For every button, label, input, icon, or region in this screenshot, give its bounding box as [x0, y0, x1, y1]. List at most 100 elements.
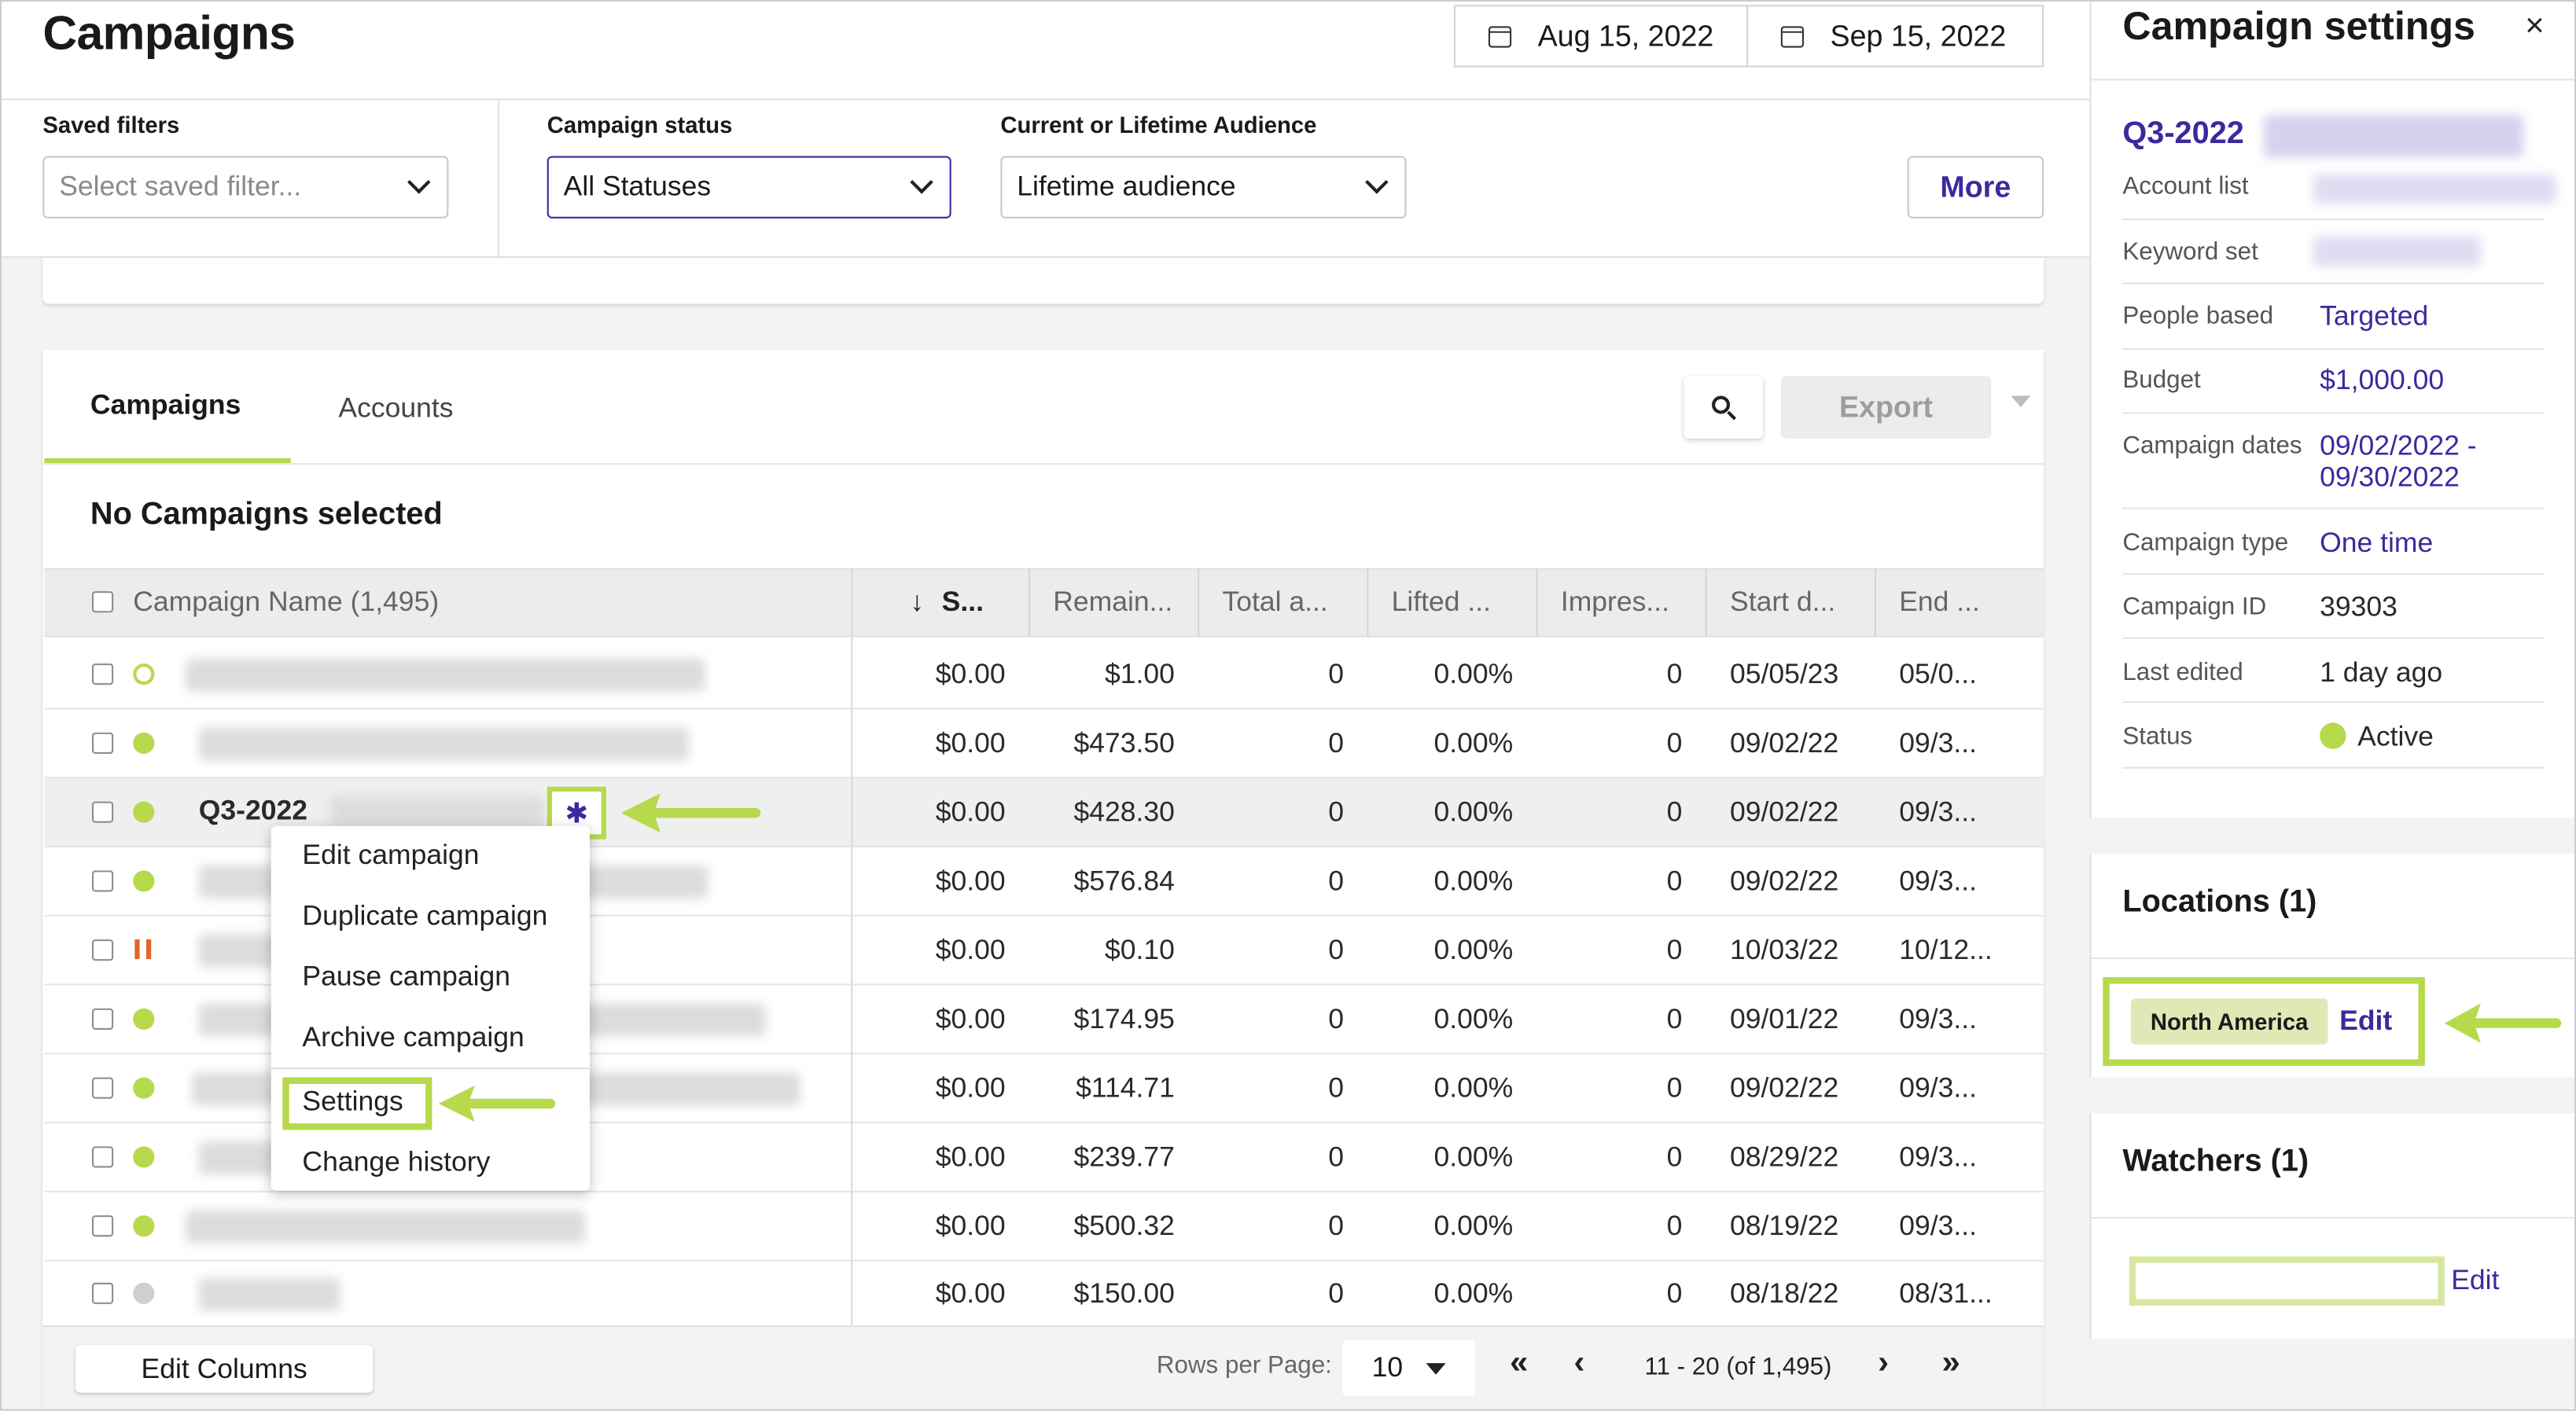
date-end-picker[interactable]: Sep 15, 2022 [1746, 5, 2044, 68]
cell-impressions: 0 [1666, 727, 1683, 759]
cell-start: 09/02/22 [1730, 865, 1839, 897]
row-checkbox[interactable] [92, 1008, 114, 1030]
cell-impressions: 0 [1666, 1072, 1683, 1104]
row-checkbox[interactable] [92, 1146, 114, 1168]
date-end-value: Sep 15, 2022 [1830, 19, 2007, 52]
last-page-icon[interactable]: » [1942, 1345, 1960, 1383]
field-label: Campaign dates [2122, 432, 2302, 461]
more-filters-button[interactable]: More [1907, 156, 2044, 219]
cell-remaining: $1.00 [1104, 658, 1175, 690]
cell-lifted: 0.00% [1433, 1210, 1514, 1242]
cell-total: 0 [1328, 1141, 1345, 1173]
select-all-checkbox[interactable] [92, 591, 114, 613]
campaign-type-value[interactable]: One time [2320, 527, 2433, 560]
close-icon[interactable]: × [2525, 8, 2544, 46]
menu-item-duplicate-campaign[interactable]: Duplicate campaign [302, 900, 547, 933]
section-divider [2089, 957, 2574, 960]
people-based-value[interactable]: Targeted [2320, 300, 2428, 333]
tab-accounts[interactable]: Accounts [338, 392, 453, 425]
status-dot-icon [133, 1146, 155, 1168]
column-divider[interactable] [1705, 568, 1707, 638]
cell-remaining: $174.95 [1073, 1003, 1175, 1035]
date-start-value: Aug 15, 2022 [1537, 19, 1714, 52]
chevron-down-icon [1365, 171, 1389, 194]
watcher-entry [2129, 1256, 2445, 1306]
search-button[interactable] [1684, 376, 1763, 439]
redacted-name [198, 1277, 340, 1311]
row-checkbox[interactable] [92, 801, 114, 823]
menu-item-settings[interactable]: Settings [302, 1086, 403, 1119]
cell-impressions: 0 [1666, 796, 1683, 829]
column-header-spend[interactable]: ↓ S... [910, 568, 983, 638]
location-chip: North America [2130, 998, 2328, 1045]
status-dot-icon [2320, 722, 2346, 749]
campaign-name[interactable]: Q3-2022 [199, 795, 307, 828]
row-checkbox[interactable] [92, 939, 114, 961]
menu-item-archive-campaign[interactable]: Archive campaign [302, 1022, 524, 1055]
column-header-total[interactable]: Total a... [1222, 568, 1327, 638]
column-divider[interactable] [1536, 568, 1538, 638]
column-header-name[interactable]: Campaign Name (1,495) [133, 568, 439, 638]
cell-impressions: 0 [1666, 1141, 1683, 1173]
column-divider[interactable] [1874, 568, 1876, 638]
row-checkbox[interactable] [92, 663, 114, 685]
row-checkbox[interactable] [92, 1215, 114, 1237]
menu-item-pause-campaign[interactable]: Pause campaign [302, 961, 510, 994]
cell-remaining: $576.84 [1073, 865, 1175, 897]
page-title: Campaigns [42, 8, 296, 61]
rows-per-page-select[interactable]: 10 [1341, 1339, 1476, 1396]
cell-end: 05/0... [1899, 658, 1977, 690]
column-header-start[interactable]: Start d... [1730, 568, 1835, 638]
section-separator [2089, 818, 2574, 854]
cell-end: 09/3... [1899, 1072, 1977, 1104]
chevron-down-icon [910, 171, 933, 194]
row-checkbox[interactable] [92, 870, 114, 892]
cell-remaining: $428.30 [1073, 796, 1175, 829]
paused-icon [134, 939, 152, 960]
status-dot-icon [133, 1077, 155, 1099]
date-start-picker[interactable]: Aug 15, 2022 [1454, 5, 1749, 68]
status-value: Active [2357, 721, 2434, 752]
tab-campaigns[interactable]: Campaigns [90, 389, 241, 422]
column-header-lifted[interactable]: Lifted ... [1392, 568, 1491, 638]
column-divider[interactable] [1367, 568, 1369, 638]
status-select[interactable]: All Statuses [546, 156, 951, 219]
campaign-dates-end[interactable]: 09/30/2022 [2320, 461, 2460, 494]
edit-columns-button[interactable]: Edit Columns [75, 1345, 374, 1393]
next-page-icon[interactable]: › [1878, 1345, 1889, 1383]
menu-item-change-history[interactable]: Change history [302, 1146, 490, 1179]
row-checkbox[interactable] [92, 732, 114, 754]
cell-lifted: 0.00% [1433, 865, 1514, 897]
campaign-dates-value[interactable]: 09/02/2022 - [2320, 430, 2476, 463]
tabs-divider [42, 463, 2044, 465]
edit-location-link[interactable]: Edit [2339, 1005, 2392, 1038]
audience-select[interactable]: Lifetime audience [1000, 156, 1407, 219]
cell-impressions: 0 [1666, 658, 1683, 690]
cell-total: 0 [1328, 727, 1345, 759]
cell-total: 0 [1328, 865, 1345, 897]
menu-item-edit-campaign[interactable]: Edit campaign [302, 840, 479, 873]
cell-remaining: $150.00 [1073, 1277, 1175, 1310]
caret-down-icon [1426, 1362, 1446, 1374]
export-button[interactable]: Export [1780, 376, 1992, 439]
row-checkbox[interactable] [92, 1077, 114, 1099]
panel-campaign-name[interactable]: Q3-2022 [2122, 116, 2244, 152]
column-header-impressions[interactable]: Impres... [1561, 568, 1669, 638]
budget-value[interactable]: $1,000.00 [2320, 365, 2444, 398]
campaign-id-value: 39303 [2320, 591, 2398, 623]
column-divider[interactable] [1198, 568, 1200, 638]
status-dot-icon [133, 801, 155, 823]
export-dropdown-icon[interactable] [2011, 395, 2031, 408]
edit-watchers-link[interactable]: Edit [2451, 1265, 2499, 1298]
column-header-remaining[interactable]: Remain... [1053, 568, 1172, 638]
column-header-end[interactable]: End ... [1899, 568, 1980, 638]
saved-filter-select[interactable]: Select saved filter... [42, 156, 449, 219]
saved-filters-label: Saved filters [42, 112, 180, 138]
prev-page-icon[interactable]: ‹ [1574, 1345, 1585, 1383]
redacted-value [2313, 174, 2556, 204]
first-page-icon[interactable]: « [1510, 1345, 1528, 1383]
field-label: People based [2122, 302, 2274, 330]
cell-total: 0 [1328, 934, 1345, 966]
column-divider[interactable] [1028, 568, 1030, 638]
row-checkbox[interactable] [92, 1282, 114, 1304]
